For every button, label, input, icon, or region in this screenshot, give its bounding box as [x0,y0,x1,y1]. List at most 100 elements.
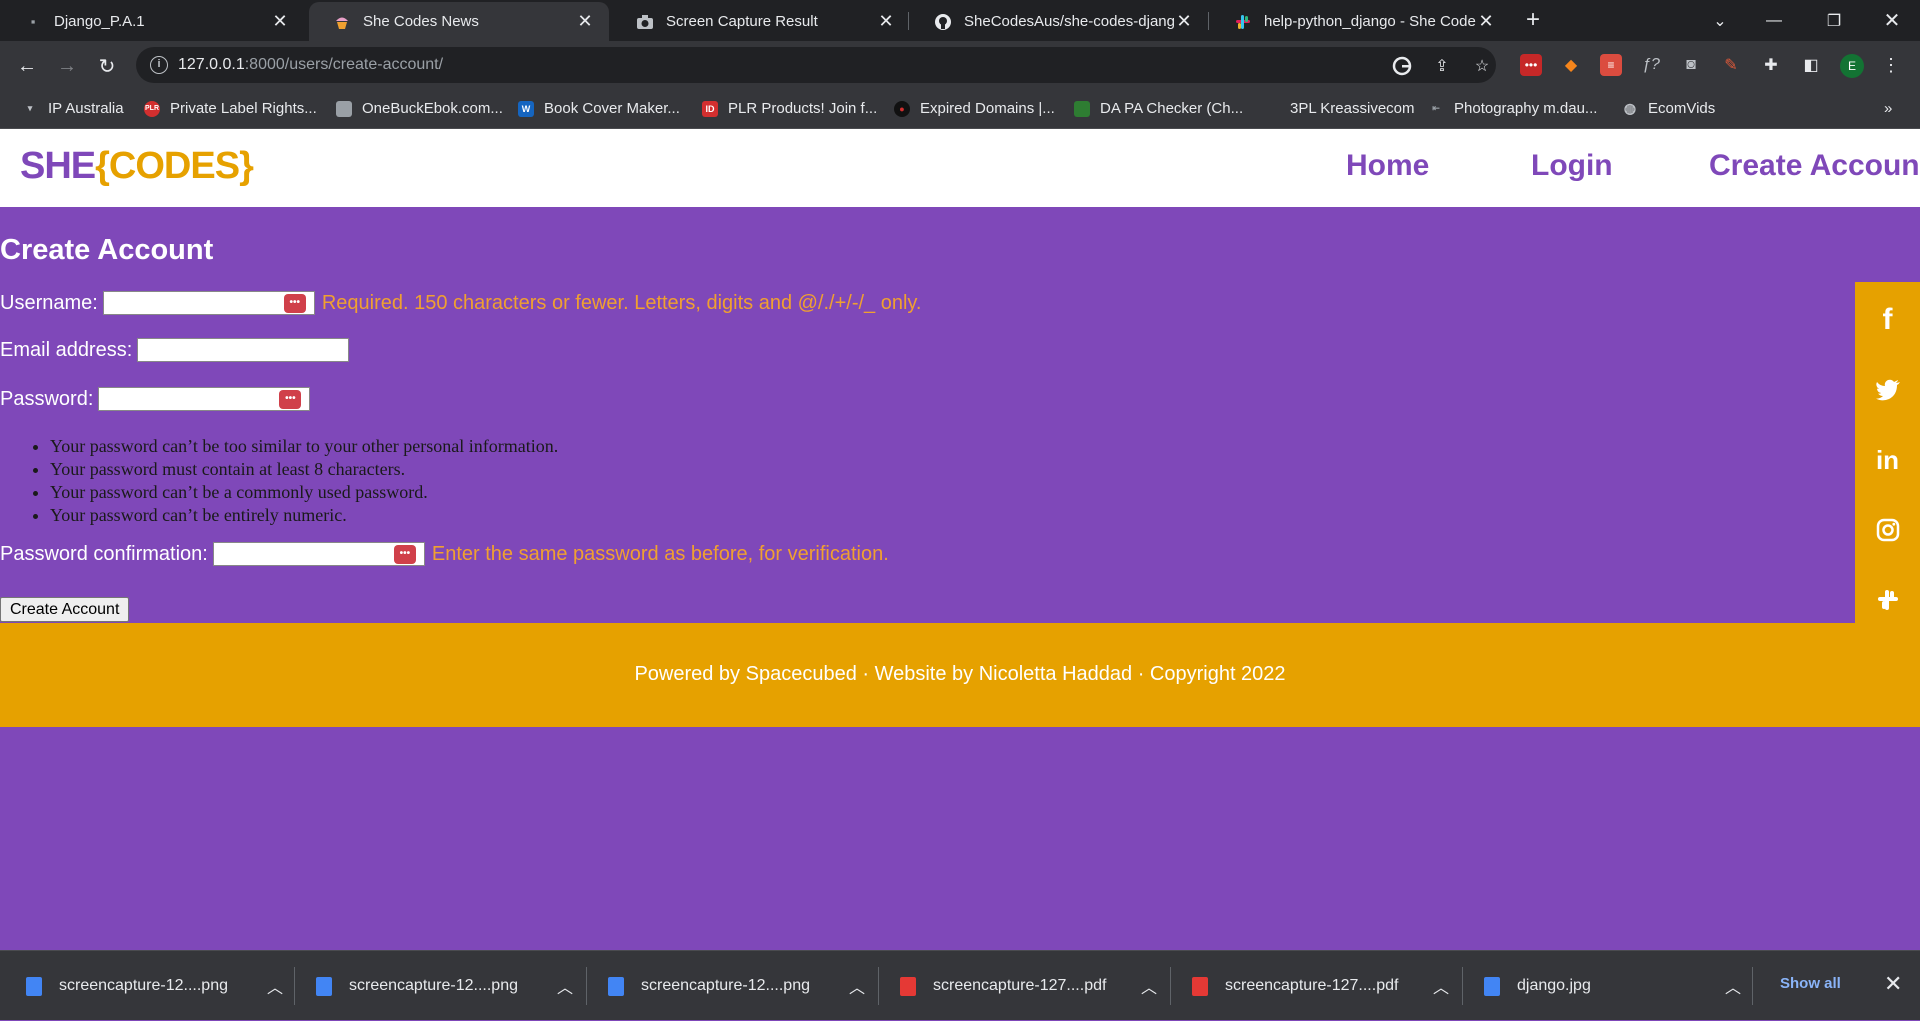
bookmark-expired-domains[interactable]: ● Expired Domains |... [894,100,1055,117]
close-tab-icon[interactable]: ✕ [1476,11,1496,32]
bookmark-label: DA PA Checker (Ch... [1100,100,1244,117]
facebook-icon[interactable]: f [1855,300,1920,340]
bookmark-plr-products[interactable]: ID PLR Products! Join f... [702,100,877,117]
bookmark-3pl-kreassive[interactable]: 3PL Kreassivecom [1264,100,1415,117]
bookmark-ecomvids[interactable]: ◍ EcomVids [1622,100,1715,117]
bookmark-ip-australia[interactable]: ▾ IP Australia [22,100,124,117]
site-info-icon[interactable]: i [150,56,168,74]
side-panel-icon[interactable]: ◧ [1800,54,1822,76]
password-rule: Your password can’t be entirely numeric. [50,504,558,527]
password-confirmation-label: Password confirmation: [0,542,208,565]
todoist-icon[interactable]: ≡ [1600,54,1622,76]
tab-title: Screen Capture Result [666,13,818,30]
pdf-file-icon [900,976,916,996]
tab-django-pa1[interactable]: ▪ Django_P.A.1 ✕ [0,2,304,41]
password-manager-icon[interactable]: ••• [279,390,302,409]
reload-icon[interactable]: ↻ [92,51,122,81]
download-item[interactable]: screencapture-12....png ︿ [582,951,872,1021]
new-tab-plus-icon[interactable]: + [1520,8,1546,34]
site-footer: Powered by Spacecubed · Website by Nicol… [0,623,1920,727]
bookmark-da-pa-checker[interactable]: DA PA Checker (Ch... [1074,100,1243,117]
nav-home[interactable]: Home [1346,149,1429,183]
pdf-file-icon [1192,976,1208,996]
bookmark-label: IP Australia [48,100,124,117]
close-window-icon[interactable]: ✕ [1864,0,1920,41]
bookmark-photography[interactable]: ⇤ Photography m.dau... [1428,100,1597,117]
download-item[interactable]: screencapture-127....pdf ︿ [874,951,1164,1021]
screen-capture-camera-icon[interactable]: ◙ [1680,54,1702,76]
password-rule: Your password can’t be a commonly used p… [50,481,558,504]
forward-arrow-icon[interactable]: → [52,51,82,81]
close-tab-icon[interactable]: ✕ [1174,11,1194,32]
bookmark-onebuckebok[interactable]: OneBuckEbok.com... [336,100,503,117]
username-input[interactable]: ••• [102,291,315,315]
close-tab-icon[interactable]: ✕ [270,11,290,32]
tab-search-chevron-icon[interactable]: ⌄ [1692,0,1748,41]
download-filename: screencapture-12....png [59,977,228,994]
share-icon[interactable]: ⇪ [1432,56,1452,76]
password-confirmation-input[interactable]: ••• [212,542,425,566]
tab-separator [908,12,909,30]
twitter-icon[interactable] [1855,370,1920,410]
linkedin-icon[interactable]: in [1855,440,1920,480]
username-label: Username: [0,291,98,314]
address-bar[interactable]: i 127.0.0.1:8000/users/create-account/ ⇪… [136,47,1496,83]
django-icon: ▪ [30,14,36,29]
metamask-fox-icon[interactable]: ◆ [1560,54,1582,76]
footer-credits: Powered by Spacecubed · Website by Nicol… [634,663,1286,685]
tab-github[interactable]: SheCodesAus/she-codes-django ✕ [910,2,1208,41]
download-item[interactable]: screencapture-127....pdf ︿ [1166,951,1456,1021]
bookmark-star-icon[interactable]: ☆ [1472,56,1492,76]
instagram-icon[interactable] [1855,510,1920,550]
minimize-icon[interactable]: — [1746,0,1802,41]
more-menu-icon[interactable]: ⋮ [1880,54,1902,76]
chevron-up-icon[interactable]: ︿ [260,974,290,998]
chevron-up-icon[interactable]: ︿ [550,974,580,998]
bookmark-book-cover-maker[interactable]: W Book Cover Maker... [518,100,680,117]
close-downloads-icon[interactable]: ✕ [1884,971,1902,997]
bookmarks-overflow-icon[interactable]: » [1884,100,1892,117]
color-picker-icon[interactable]: ✎ [1720,54,1742,76]
password-manager-extension-icon[interactable]: ••• [1520,54,1542,76]
chevron-up-icon[interactable]: ︿ [1134,974,1164,998]
close-tab-icon[interactable]: ✕ [876,11,896,32]
password-manager-icon[interactable]: ••• [283,294,306,313]
nav-create-account[interactable]: Create Account [1709,149,1920,183]
extensions-puzzle-icon[interactable]: ✚ [1760,54,1782,76]
back-arrow-icon[interactable]: ← [12,51,42,81]
download-item[interactable]: django.jpg ︿ [1458,951,1748,1021]
chevron-up-icon[interactable]: ︿ [1426,974,1456,998]
tab-title: SheCodesAus/she-codes-django [964,13,1174,30]
google-lens-icon[interactable] [1392,56,1412,76]
show-all-downloads-link[interactable]: Show all [1780,975,1841,992]
create-account-form: Create Account Username: ••• Required. 1… [0,207,1855,623]
close-tab-icon[interactable]: ✕ [575,11,595,32]
email-input[interactable] [137,338,350,362]
download-item[interactable]: screencapture-12....png ︿ [290,951,580,1021]
tab-screen-capture[interactable]: Screen Capture Result ✕ [612,2,910,41]
onebuckebok-icon [336,100,352,117]
logo-she: SHE [20,145,96,187]
she-codes-logo[interactable]: SHE{CODES} [20,145,254,188]
tab-slack[interactable]: help-python_django - She Codes ✕ [1210,2,1510,41]
camera-icon [636,13,654,31]
url-text[interactable]: 127.0.0.1:8000/users/create-account/ [178,56,443,74]
profile-avatar[interactable]: E [1840,54,1864,78]
nav-login[interactable]: Login [1531,149,1613,183]
chevron-up-icon[interactable]: ︿ [842,974,872,998]
password-manager-icon[interactable]: ••• [393,545,416,564]
chevron-up-icon[interactable]: ︿ [1718,974,1748,998]
download-item[interactable]: screencapture-12....png ︿ [0,951,290,1021]
tab-strip: ▪ Django_P.A.1 ✕ She Codes News ✕ Screen… [0,0,1920,41]
ip-australia-icon: ▾ [27,103,33,113]
download-filename: screencapture-12....png [349,977,518,994]
da-pa-checker-icon [1074,100,1090,117]
fonts-ninja-icon[interactable]: ƒ? [1640,54,1662,76]
restore-icon[interactable]: ❐ [1806,0,1862,41]
create-account-button[interactable]: Create Account [0,597,130,622]
slack-icon[interactable] [1855,580,1920,620]
bookmark-private-label-rights[interactable]: PLR Private Label Rights... [144,100,317,117]
password-input[interactable]: ••• [98,387,311,411]
browser-toolbar: ← → ↻ i 127.0.0.1:8000/users/create-acco… [0,41,1920,90]
tab-she-codes-news[interactable]: She Codes News ✕ [309,2,609,41]
